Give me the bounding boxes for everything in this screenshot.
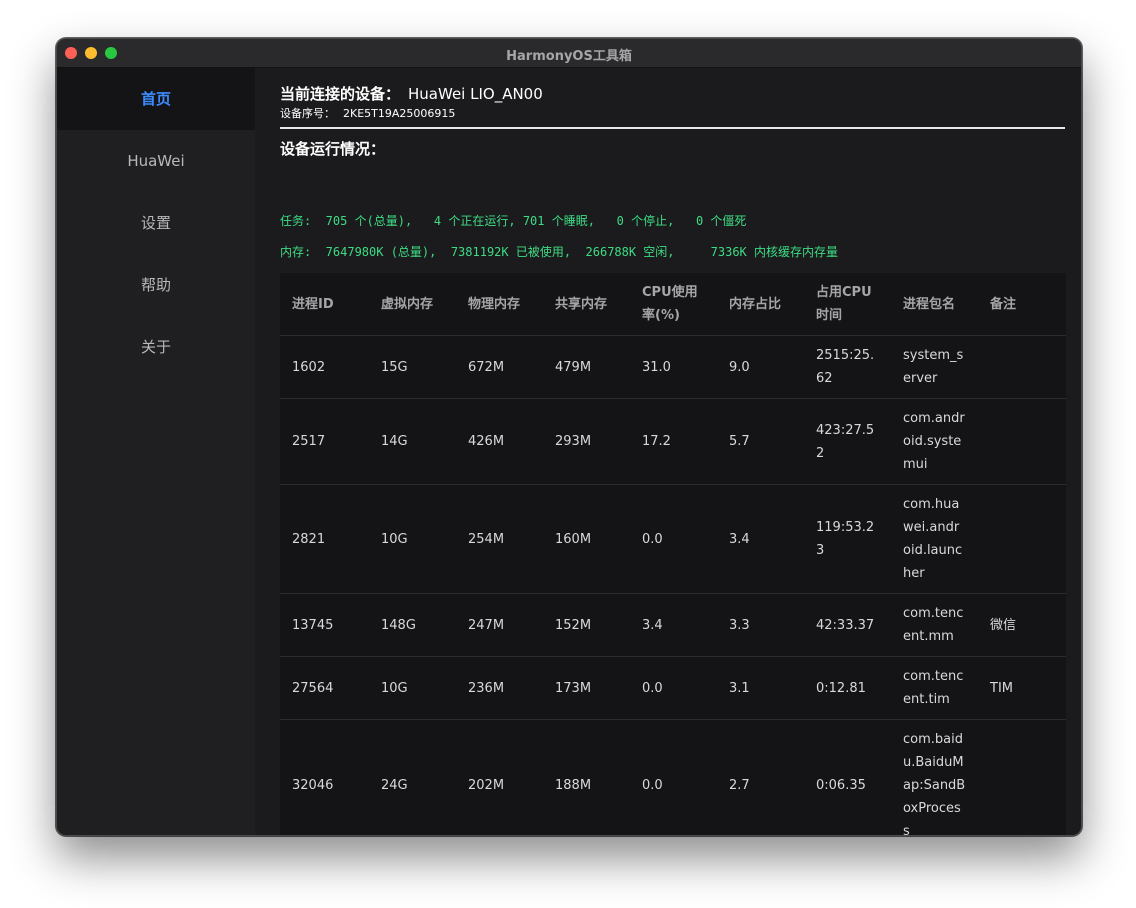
cell-physical-memory: 426M bbox=[456, 398, 543, 485]
connected-device-label: 当前连接的设备： bbox=[280, 85, 401, 103]
sidebar-item-help[interactable]: 帮助 bbox=[57, 254, 255, 316]
table-row[interactable]: 32046 24G 202M 188M 0.0 2.7 0:06.35 com.… bbox=[280, 719, 1066, 835]
cell-virtual-memory: 10G bbox=[369, 656, 456, 720]
cell-package: com.android.systemui bbox=[891, 398, 978, 485]
cell-pid: 2517 bbox=[280, 398, 369, 485]
cell-shared-memory: 160M bbox=[543, 484, 630, 594]
column-header-note[interactable]: 备注 bbox=[978, 273, 1066, 336]
cell-shared-memory: 173M bbox=[543, 656, 630, 720]
cell-package: com.tencent.mm bbox=[891, 593, 978, 657]
cell-cpu-time: 2515:25.62 bbox=[804, 335, 891, 399]
cell-cpu-usage: 3.4 bbox=[630, 593, 717, 657]
table-row[interactable]: 1602 15G 672M 479M 31.0 9.0 2515:25.62 s… bbox=[280, 335, 1066, 399]
table-row[interactable]: 13745 148G 247M 152M 3.4 3.3 42:33.37 co… bbox=[280, 593, 1066, 657]
table-header-row: 进程ID 虚拟内存 物理内存 共享内存 CPU使用率(%) 内存占比 占用CPU… bbox=[280, 273, 1066, 336]
sidebar-item-settings[interactable]: 设置 bbox=[57, 192, 255, 254]
divider bbox=[280, 127, 1065, 129]
cell-memory-ratio: 3.4 bbox=[717, 484, 804, 594]
column-header-cpu-usage[interactable]: CPU使用率(%) bbox=[630, 273, 717, 336]
cell-physical-memory: 672M bbox=[456, 335, 543, 399]
title-bar: HarmonyOS工具箱 bbox=[57, 39, 1081, 68]
window-title: HarmonyOS工具箱 bbox=[506, 49, 632, 64]
main-content: 当前连接的设备： HuaWei LIO_AN00 设备序号： 2KE5T19A250… bbox=[255, 68, 1081, 835]
cell-memory-ratio: 3.1 bbox=[717, 656, 804, 720]
cell-cpu-time: 42:33.37 bbox=[804, 593, 891, 657]
column-header-cpu-time[interactable]: 占用CPU时间 bbox=[804, 273, 891, 336]
cell-virtual-memory: 15G bbox=[369, 335, 456, 399]
device-serial: 设备序号： 2KE5T19A25006915 bbox=[280, 105, 455, 121]
cell-cpu-usage: 0.0 bbox=[630, 656, 717, 720]
column-header-shared-memory[interactable]: 共享内存 bbox=[543, 273, 630, 336]
column-header-physical-memory[interactable]: 物理内存 bbox=[456, 273, 543, 336]
cell-physical-memory: 202M bbox=[456, 719, 543, 835]
table-row[interactable]: 27564 10G 236M 173M 0.0 3.1 0:12.81 com.… bbox=[280, 656, 1066, 720]
cell-pid: 27564 bbox=[280, 656, 369, 720]
column-header-memory-ratio[interactable]: 内存占比 bbox=[717, 273, 804, 336]
cell-memory-ratio: 9.0 bbox=[717, 335, 804, 399]
cell-physical-memory: 254M bbox=[456, 484, 543, 594]
cell-note bbox=[978, 335, 1066, 399]
sidebar-item-about[interactable]: 关于 bbox=[57, 316, 255, 378]
status-title: 设备运行情况： bbox=[280, 140, 386, 158]
cell-pid: 2821 bbox=[280, 484, 369, 594]
sidebar-item-home[interactable]: 首页 bbox=[57, 68, 255, 130]
cell-cpu-time: 119:53.23 bbox=[804, 484, 891, 594]
cell-memory-ratio: 2.7 bbox=[717, 719, 804, 835]
cell-cpu-time: 423:27.52 bbox=[804, 398, 891, 485]
app-window: HarmonyOS工具箱 首页 HuaWei 设置 帮助 关于 当前连接的设备：… bbox=[56, 38, 1082, 836]
cell-memory-ratio: 3.3 bbox=[717, 593, 804, 657]
column-header-virtual-memory[interactable]: 虚拟内存 bbox=[369, 273, 456, 336]
cell-pid: 13745 bbox=[280, 593, 369, 657]
cell-memory-ratio: 5.7 bbox=[717, 398, 804, 485]
cell-cpu-usage: 0.0 bbox=[630, 484, 717, 594]
cell-note: TIM bbox=[978, 656, 1066, 720]
cell-physical-memory: 236M bbox=[456, 656, 543, 720]
cell-pid: 1602 bbox=[280, 335, 369, 399]
cell-virtual-memory: 14G bbox=[369, 398, 456, 485]
cell-virtual-memory: 10G bbox=[369, 484, 456, 594]
cell-shared-memory: 293M bbox=[543, 398, 630, 485]
cell-virtual-memory: 24G bbox=[369, 719, 456, 835]
serial-value: 2KE5T19A25006915 bbox=[343, 107, 456, 120]
sidebar-item-huawei[interactable]: HuaWei bbox=[57, 130, 255, 192]
cell-note bbox=[978, 398, 1066, 485]
memory-summary: 内存: 7647980K (总量), 7381192K 已被使用, 266788… bbox=[280, 245, 839, 259]
connected-device: 当前连接的设备： HuaWei LIO_AN00 bbox=[280, 83, 543, 104]
sidebar: 首页 HuaWei 设置 帮助 关于 bbox=[57, 68, 255, 835]
cell-virtual-memory: 148G bbox=[369, 593, 456, 657]
cell-cpu-time: 0:12.81 bbox=[804, 656, 891, 720]
cell-physical-memory: 247M bbox=[456, 593, 543, 657]
process-table-container: 进程ID 虚拟内存 物理内存 共享内存 CPU使用率(%) 内存占比 占用CPU… bbox=[280, 273, 1066, 835]
cell-note bbox=[978, 719, 1066, 835]
cell-note: 微信 bbox=[978, 593, 1066, 657]
cell-shared-memory: 152M bbox=[543, 593, 630, 657]
process-table: 进程ID 虚拟内存 物理内存 共享内存 CPU使用率(%) 内存占比 占用CPU… bbox=[280, 273, 1066, 835]
tasks-summary: 任务: 705 个(总量), 4 个正在运行, 701 个睡眠, 0 个停止, … bbox=[280, 214, 747, 228]
cell-cpu-usage: 31.0 bbox=[630, 335, 717, 399]
cell-note bbox=[978, 484, 1066, 594]
column-header-package[interactable]: 进程包名 bbox=[891, 273, 978, 336]
cell-shared-memory: 188M bbox=[543, 719, 630, 835]
serial-label: 设备序号： bbox=[280, 107, 335, 120]
cell-cpu-usage: 0.0 bbox=[630, 719, 717, 835]
cell-package: system_server bbox=[891, 335, 978, 399]
cell-shared-memory: 479M bbox=[543, 335, 630, 399]
cell-cpu-time: 0:06.35 bbox=[804, 719, 891, 835]
cell-cpu-usage: 17.2 bbox=[630, 398, 717, 485]
column-header-pid[interactable]: 进程ID bbox=[280, 273, 369, 336]
device-name: HuaWei LIO_AN00 bbox=[408, 85, 543, 103]
cell-package: com.tencent.tim bbox=[891, 656, 978, 720]
table-row[interactable]: 2517 14G 426M 293M 17.2 5.7 423:27.52 co… bbox=[280, 398, 1066, 485]
cell-package: com.baidu.BaiduMap:SandBoxProcess bbox=[891, 719, 978, 835]
cell-package: com.huawei.android.launcher bbox=[891, 484, 978, 594]
table-row[interactable]: 2821 10G 254M 160M 0.0 3.4 119:53.23 com… bbox=[280, 484, 1066, 594]
cell-pid: 32046 bbox=[280, 719, 369, 835]
